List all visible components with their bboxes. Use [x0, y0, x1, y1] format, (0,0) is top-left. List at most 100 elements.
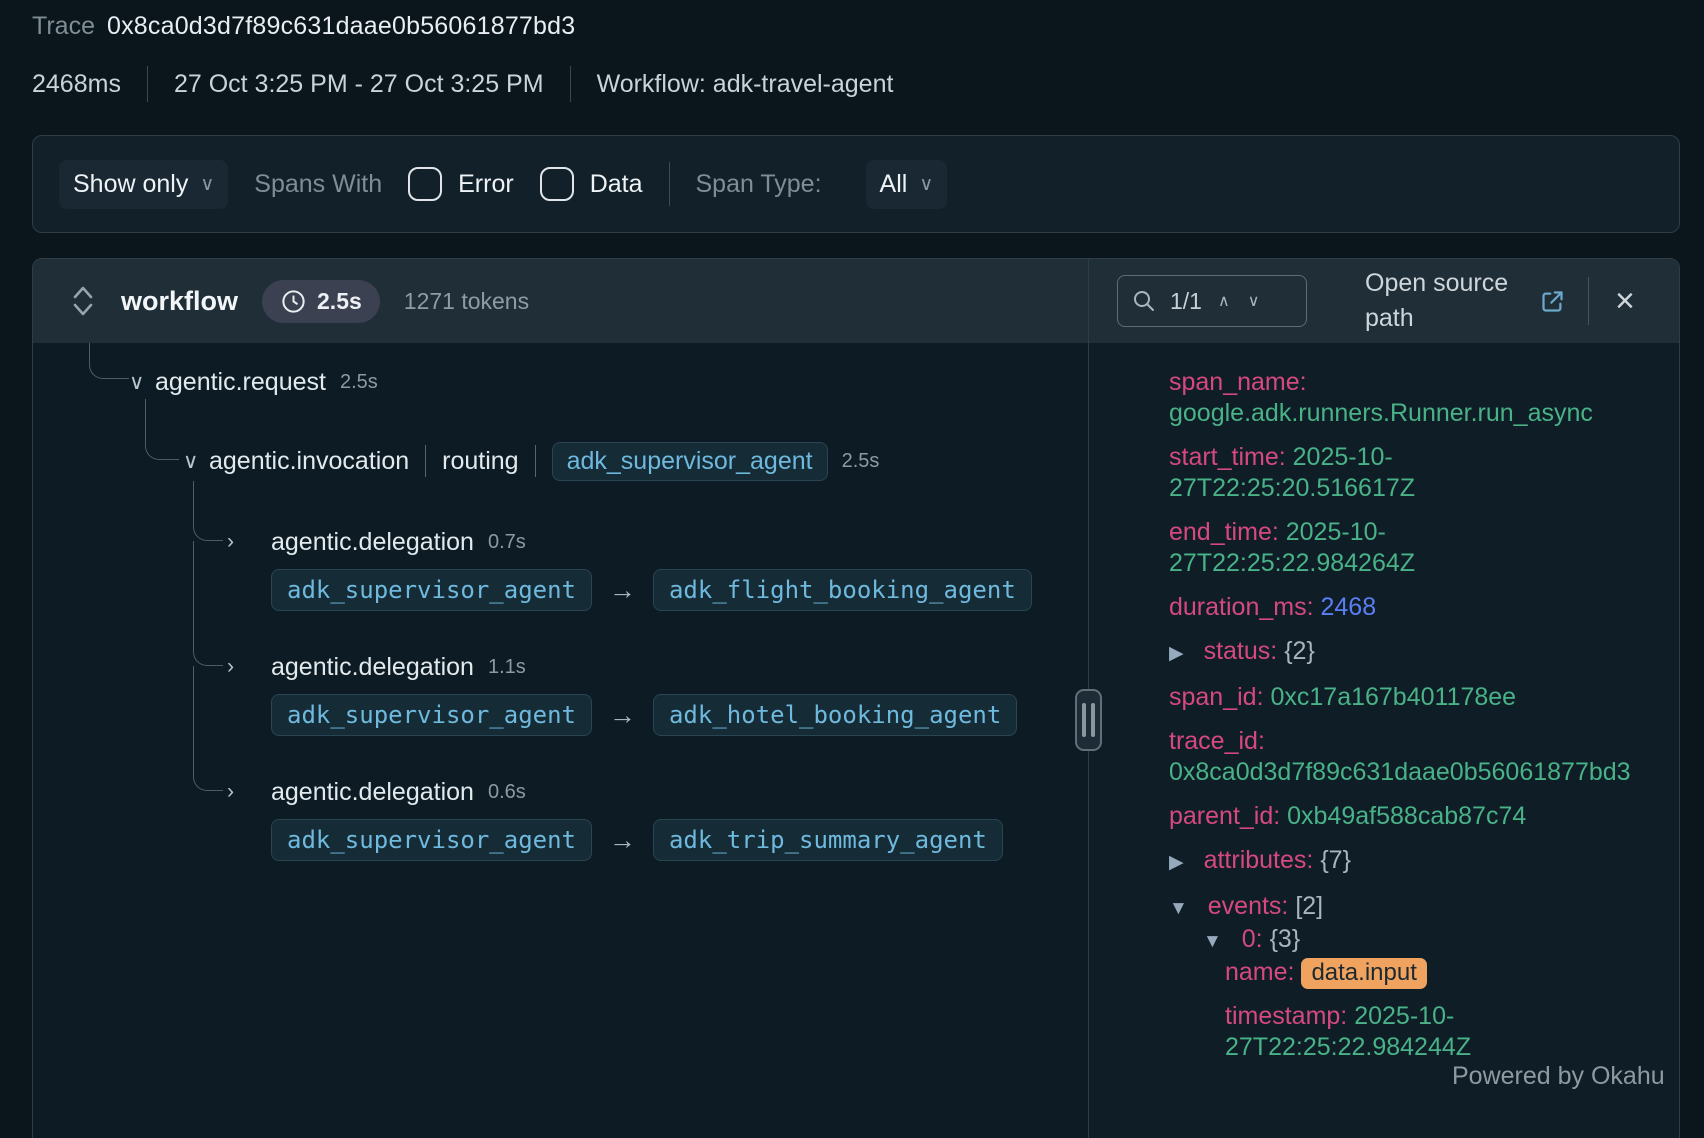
- detail-value: 2468: [1320, 593, 1376, 621]
- tree-connector: [193, 541, 223, 666]
- error-checkbox[interactable]: [408, 167, 442, 201]
- from-agent-pill[interactable]: adk_supervisor_agent: [271, 694, 592, 736]
- to-agent-pill[interactable]: adk_flight_booking_agent: [653, 569, 1032, 611]
- meta-divider: [570, 66, 571, 102]
- open-source-path-link[interactable]: Open source path: [1365, 266, 1566, 336]
- tree-connector: [89, 343, 129, 379]
- expand-collapse-all-icon[interactable]: [69, 282, 97, 320]
- search-prev-icon[interactable]: ∧: [1216, 291, 1232, 311]
- tree-row-agentic-request[interactable]: ∨ agentic.request 2.5s: [129, 363, 378, 401]
- tree-row-agentic-delegation[interactable]: › agentic.delegation 0.6s: [227, 773, 526, 811]
- span-detail-panel: 1/1 ∧ ∨ Open source path × span_name: go…: [1089, 259, 1679, 1138]
- span-name: agentic.request: [155, 368, 326, 397]
- tree-row-agentic-invocation[interactable]: ∨ agentic.invocation routing adk_supervi…: [183, 442, 879, 480]
- span-duration: 2.5s: [842, 450, 880, 473]
- tree-row-agentic-delegation[interactable]: › agentic.delegation 1.1s: [227, 648, 526, 686]
- error-label: Error: [458, 170, 514, 199]
- powered-by-watermark: Powered by Okahu: [1452, 1062, 1665, 1091]
- detail-value: {3}: [1270, 925, 1301, 953]
- span-name: agentic.delegation: [271, 528, 474, 557]
- triangle-collapsed-icon[interactable]: ▶: [1169, 852, 1184, 873]
- detail-key: duration_ms:: [1169, 593, 1314, 621]
- detail-row-parent-id: parent_id: 0xb49af588cab87c74: [1169, 801, 1611, 832]
- root-token-count: 1271 tokens: [404, 288, 529, 315]
- filter-divider: [669, 162, 670, 206]
- detail-row-span-id: span_id: 0xc17a167b401178ee: [1169, 682, 1611, 713]
- trace-id: 0x8ca0d3d7f89c631daae0b56061877bd3: [107, 12, 575, 41]
- detail-key: span_id:: [1169, 683, 1264, 711]
- detail-row-event-name: name: data.input: [1169, 957, 1611, 988]
- external-link-icon: [1539, 288, 1566, 315]
- span-type-dropdown[interactable]: All ∨: [866, 160, 948, 209]
- detail-row-duration-ms: duration_ms: 2468: [1169, 592, 1611, 623]
- tree-connector: [193, 666, 223, 791]
- search-next-icon[interactable]: ∨: [1246, 291, 1262, 311]
- triangle-expanded-icon[interactable]: ▼: [1169, 898, 1188, 919]
- trace-duration: 2468ms: [32, 70, 121, 99]
- search-match-count: 1/1: [1170, 288, 1202, 315]
- detail-row-events: ▼ events: [2]: [1169, 891, 1611, 924]
- triangle-collapsed-icon[interactable]: ▶: [1169, 643, 1184, 664]
- close-icon[interactable]: ×: [1611, 284, 1639, 318]
- chevron-right-icon[interactable]: ›: [227, 530, 253, 554]
- detail-key: name:: [1225, 958, 1294, 986]
- trace-time-range: 27 Oct 3:25 PM - 27 Oct 3:25 PM: [174, 70, 544, 99]
- chevron-down-icon: ∨: [919, 175, 933, 194]
- span-duration: 2.5s: [340, 371, 378, 394]
- from-agent-pill[interactable]: adk_supervisor_agent: [271, 819, 592, 861]
- span-name: agentic.invocation: [209, 447, 409, 476]
- detail-value: 0x8ca0d3d7f89c631daae0b56061877bd3: [1169, 758, 1631, 786]
- detail-search-box[interactable]: 1/1 ∧ ∨: [1117, 275, 1307, 327]
- span-detail-json: span_name: google.adk.runners.Runner.run…: [1089, 343, 1679, 1138]
- data-filter: Data: [540, 167, 643, 201]
- detail-value: {2}: [1284, 637, 1315, 665]
- span-duration: 0.7s: [488, 531, 526, 554]
- chevron-down-icon: ∨: [200, 175, 214, 194]
- span-name: agentic.delegation: [271, 778, 474, 807]
- detail-key: start_time:: [1169, 443, 1286, 471]
- clock-icon: [280, 288, 307, 315]
- show-only-dropdown[interactable]: Show only ∨: [59, 160, 228, 209]
- row-divider: [425, 445, 426, 477]
- detail-row-event-timestamp: timestamp: 2025-10-27T22:25:22.984244Z: [1169, 1001, 1611, 1063]
- tree-row-agentic-delegation[interactable]: › agentic.delegation 0.7s: [227, 523, 526, 561]
- chevron-right-icon[interactable]: ›: [227, 655, 253, 679]
- error-filter: Error: [408, 167, 514, 201]
- panel-resize-handle[interactable]: [1075, 689, 1102, 751]
- data-label: Data: [590, 170, 643, 199]
- band-divider: [1588, 277, 1589, 325]
- detail-row-end-time: end_time: 2025-10-27T22:25:22.984264Z: [1169, 517, 1611, 579]
- trace-label: Trace: [32, 12, 95, 41]
- agent-chip[interactable]: adk_supervisor_agent: [552, 442, 828, 481]
- detail-value: {7}: [1320, 846, 1351, 874]
- detail-row-attributes: ▶ attributes: {7}: [1169, 845, 1611, 878]
- triangle-expanded-icon[interactable]: ▼: [1203, 931, 1222, 952]
- from-agent-pill[interactable]: adk_supervisor_agent: [271, 569, 592, 611]
- detail-row-event-0: ▼ 0: {3}: [1169, 924, 1611, 957]
- tree-header-band: workflow 2.5s 1271 tokens: [33, 259, 1088, 343]
- detail-key: span_name:: [1169, 368, 1307, 396]
- delegation-agents: adk_supervisor_agent → adk_trip_summary_…: [271, 817, 1003, 863]
- delegation-agents: adk_supervisor_agent → adk_flight_bookin…: [271, 567, 1032, 613]
- to-agent-pill[interactable]: adk_trip_summary_agent: [653, 819, 1003, 861]
- detail-key: timestamp:: [1225, 1002, 1347, 1030]
- root-span-name[interactable]: workflow: [121, 286, 238, 317]
- to-agent-pill[interactable]: adk_hotel_booking_agent: [653, 694, 1017, 736]
- tree-connector: [145, 399, 179, 460]
- chevron-down-icon[interactable]: ∨: [183, 449, 209, 474]
- span-duration: 0.6s: [488, 781, 526, 804]
- span-type-value: All: [880, 170, 908, 199]
- trace-workflow: Workflow: adk-travel-agent: [597, 70, 894, 99]
- search-highlight-value: data.input: [1301, 958, 1426, 989]
- span-tree: ∨ agentic.request 2.5s ∨ agentic.invocat…: [33, 343, 1088, 1138]
- chevron-down-icon[interactable]: ∨: [129, 370, 155, 395]
- data-checkbox[interactable]: [540, 167, 574, 201]
- detail-key: parent_id:: [1169, 802, 1280, 830]
- span-duration: 1.1s: [488, 656, 526, 679]
- detail-row-trace-id: trace_id: 0x8ca0d3d7f89c631daae0b5606187…: [1169, 726, 1611, 788]
- span-type-label: Span Type:: [696, 170, 822, 199]
- detail-key: 0:: [1242, 925, 1263, 953]
- search-icon: [1132, 289, 1156, 313]
- detail-header-band: 1/1 ∧ ∨ Open source path ×: [1089, 259, 1679, 343]
- chevron-right-icon[interactable]: ›: [227, 780, 253, 804]
